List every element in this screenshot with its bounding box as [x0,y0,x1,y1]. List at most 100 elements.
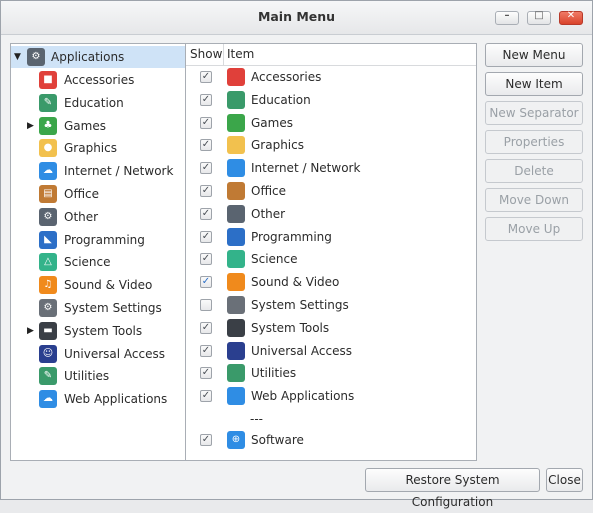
list-row[interactable]: ✓ Other [186,203,476,225]
show-checkbox[interactable]: ✓ [200,230,212,243]
new-menu-button[interactable]: New Menu [485,43,583,67]
show-checkbox[interactable]: ✓ [200,71,212,83]
office-icon [227,182,245,200]
programming-icon [227,227,245,246]
tree-item-label: Applications [51,50,125,64]
sound-video-icon: ♫ [39,276,57,295]
tree-item-programming[interactable]: ◣ Programming [11,229,185,251]
tree-item-office[interactable]: ▤ Office [11,183,185,205]
list-row[interactable]: ✓ Web Applications [186,385,476,407]
programming-icon: ◣ [39,230,57,249]
show-checkbox[interactable]: ✓ [200,344,212,357]
education-icon: ✎ [39,93,57,112]
tree-item-science[interactable]: △ Science [11,251,185,273]
applications-icon: ⚙ [27,48,45,66]
list-row[interactable]: ✓ Office [186,180,476,202]
tree-item-label: Education [64,95,124,110]
tree-item-other[interactable]: ⚙ Other [11,206,185,228]
graphics-icon: ● [39,139,57,158]
tree-item-universal-access[interactable]: ☺ Universal Access [11,343,185,365]
tree-item-label: Science [64,255,111,270]
list-row-software[interactable]: ✓ ⊕ Software [186,429,476,451]
tree-item-label: Other [64,209,99,224]
graphics-icon [227,136,245,155]
new-item-button[interactable]: New Item [485,72,583,96]
system-tools-icon: ▬ [39,321,57,340]
list-row-label: Universal Access [251,343,352,358]
tree-item-utilities[interactable]: ✎ Utilities [11,365,185,387]
show-checkbox[interactable] [200,299,212,311]
tree-item-web-applications[interactable]: ☁ Web Applications [11,388,185,410]
move-up-button[interactable]: Move Up [485,217,583,241]
collapsed-arrow-icon[interactable]: ▶ [27,115,34,137]
item-list[interactable]: Show Item ✓ Accessories ✓ Education ✓ Games ✓ G… [185,43,477,461]
show-checkbox[interactable]: ✓ [200,390,212,403]
show-checkbox[interactable]: ✓ [200,367,212,380]
other-icon: ⚙ [39,207,57,226]
column-header-show[interactable]: Show [190,47,222,61]
minimize-button[interactable]: – [495,10,519,25]
tree-item-accessories[interactable]: ■ Accessories [11,69,185,91]
maximize-icon: □ [534,10,544,21]
tree-item-label: Accessories [64,73,135,87]
close-button[interactable]: Close [546,468,583,492]
delete-button[interactable]: Delete [485,159,583,183]
system-tools-icon [227,318,245,337]
system-settings-icon [227,296,245,314]
show-checkbox[interactable]: ✓ [200,162,212,175]
show-checkbox[interactable]: ✓ [200,207,212,220]
tree-item-system-tools[interactable]: ▶ ▬ System Tools [11,320,185,342]
tree-item-graphics[interactable]: ● Graphics [11,137,185,159]
close-window-button[interactable]: ✕ [559,10,583,25]
tree-item-internet[interactable]: ☁ Internet / Network [11,160,185,182]
column-header-item[interactable]: Item [227,47,254,61]
list-row[interactable]: ✓ Programming [186,226,476,248]
tree-item-education[interactable]: ✎ Education [11,92,185,114]
show-checkbox[interactable]: ✓ [200,253,212,266]
list-row[interactable]: System Settings [186,294,476,316]
show-checkbox[interactable]: ✓ [200,116,212,129]
tree-item-label: System Settings [64,301,162,315]
properties-button[interactable]: Properties [485,130,583,154]
list-row-label: Utilities [251,366,297,381]
maximize-button[interactable]: □ [527,10,551,25]
show-checkbox[interactable]: ✓ [200,434,212,446]
list-row[interactable]: ✓ Utilities [186,362,476,384]
show-checkbox[interactable]: ✓ [200,93,212,106]
collapsed-arrow-icon[interactable]: ▶ [27,320,34,342]
universal-access-icon [227,341,245,360]
tree-item-label: Sound & Video [64,278,153,293]
list-row[interactable]: ✓ Games [186,112,476,134]
menu-tree[interactable]: ▼ ⚙ Applications ■ Accessories ✎ Education ▶… [10,43,186,461]
show-checkbox[interactable]: ✓ [200,185,212,197]
list-row[interactable]: ✓ Internet / Network [186,157,476,179]
tree-item-applications[interactable]: ▼ ⚙ Applications [11,46,185,68]
list-row[interactable]: ✓ Sound & Video [186,271,476,293]
other-icon [227,204,245,223]
show-checkbox[interactable]: ✓ [200,321,212,334]
list-row[interactable]: ✓ Science [186,248,476,270]
list-row-label: System Tools [251,320,330,335]
tree-item-sound-video[interactable]: ♫ Sound & Video [11,274,185,296]
restore-system-configuration-button[interactable]: Restore System Configuration [365,468,540,509]
list-row[interactable]: ✓ Graphics [186,134,476,156]
move-down-button[interactable]: Move Down [485,188,583,212]
new-separator-button[interactable]: New Separator [485,101,583,125]
tree-item-games[interactable]: ▶ ♣ Games [11,115,185,137]
list-row-label: Internet / Network [251,161,361,176]
internet-icon: ☁ [39,162,57,181]
list-row[interactable]: ✓ System Tools [186,317,476,339]
education-icon [227,90,245,109]
tree-item-label: Games [64,118,106,133]
list-row-label: Accessories [251,70,322,84]
tree-item-label: Universal Access [64,346,165,361]
list-row-label: Science [251,252,298,267]
expanded-arrow-icon[interactable]: ▼ [14,46,21,68]
list-row[interactable]: ✓ Universal Access [186,340,476,362]
show-checkbox[interactable]: ✓ [200,139,212,152]
list-row[interactable]: ✓ Education [186,89,476,111]
tree-item-system-settings[interactable]: ⚙ System Settings [11,297,185,319]
show-checkbox[interactable]: ✓ [200,276,212,289]
column-divider [223,44,224,65]
list-row[interactable]: ✓ Accessories [186,66,476,88]
